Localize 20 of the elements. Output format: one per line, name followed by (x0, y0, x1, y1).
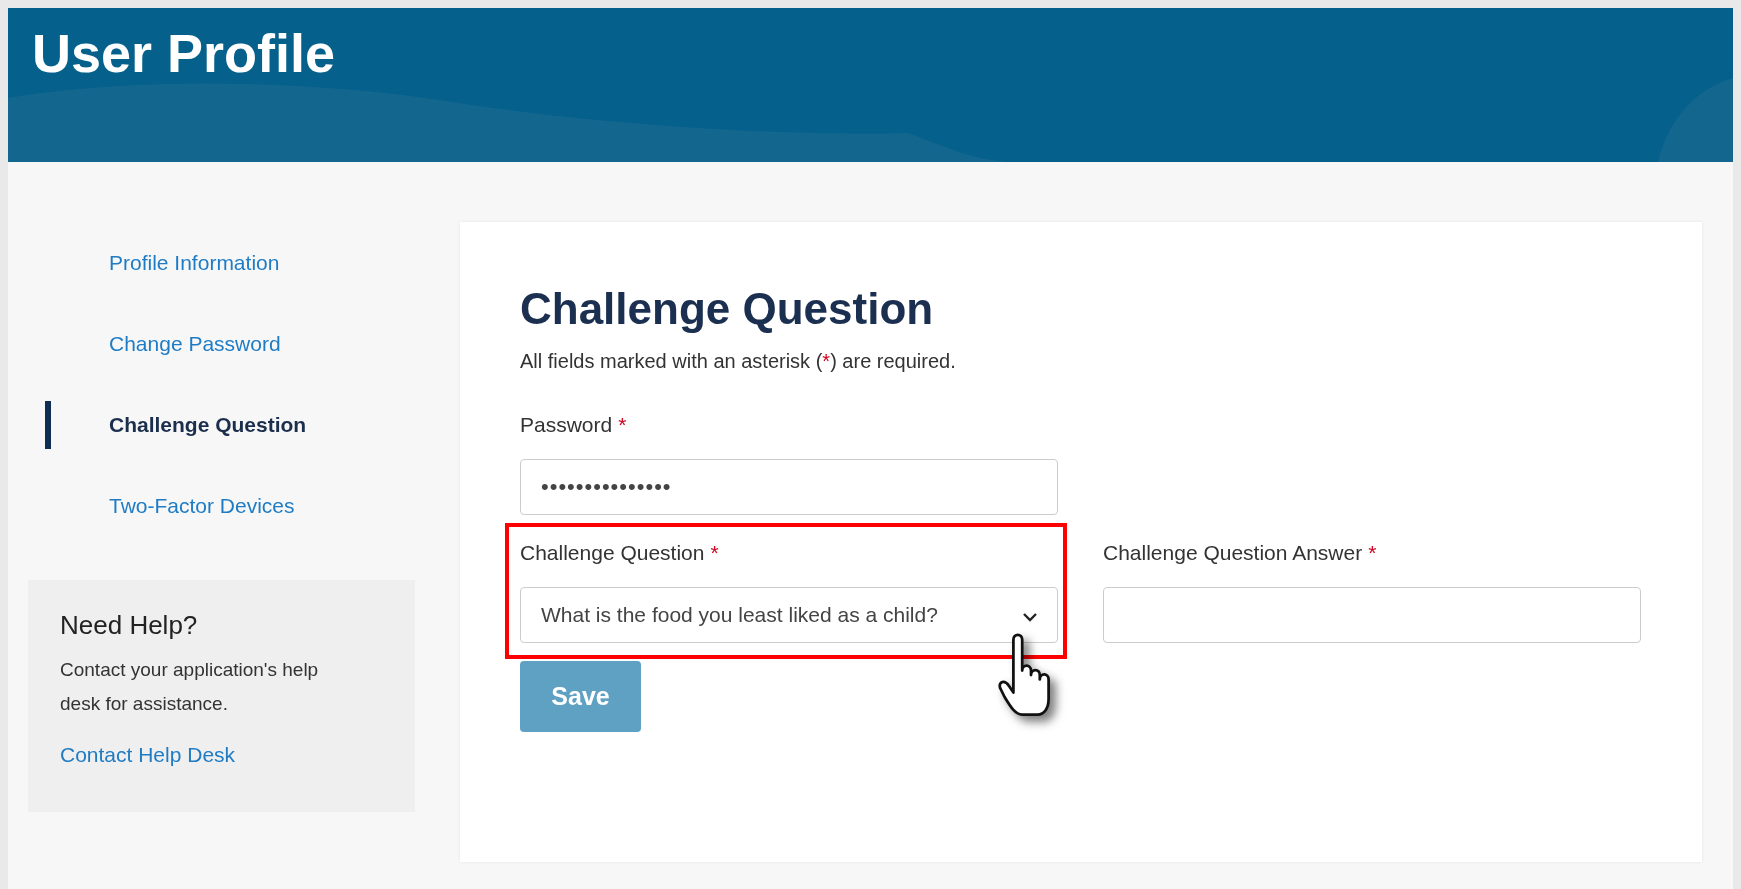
required-note: All fields marked with an asterisk (*) are required. (520, 350, 957, 373)
sidebar-link[interactable]: Profile Information (109, 250, 280, 275)
answer-field[interactable] (1103, 587, 1641, 643)
sidebar-link[interactable]: Change Password (109, 331, 281, 356)
help-text: Contact your application's help desk for assistance. (60, 658, 320, 716)
required-mark: * (618, 413, 627, 436)
question-dropdown[interactable]: What is the food you least liked as a child? (520, 587, 1058, 643)
sidebar-link[interactable]: Two-Factor Devices (109, 493, 295, 518)
help-title: Need Help? (60, 610, 199, 641)
sidebar-link[interactable]: Challenge Question (109, 412, 307, 437)
field-label: Password (520, 413, 613, 436)
page-title: User Profile (31, 22, 337, 84)
chevron-down-icon (1023, 612, 1037, 622)
field-label: Challenge Question Answer (1103, 541, 1363, 564)
field-label: Challenge Question (520, 541, 705, 564)
help-desk-link[interactable]: Contact Help Desk (60, 743, 236, 766)
password-field[interactable]: ••••••••••••••• (520, 459, 1058, 515)
required-mark: * (710, 541, 719, 564)
required-mark: * (1368, 541, 1377, 564)
form-title: Challenge Question (520, 284, 935, 334)
